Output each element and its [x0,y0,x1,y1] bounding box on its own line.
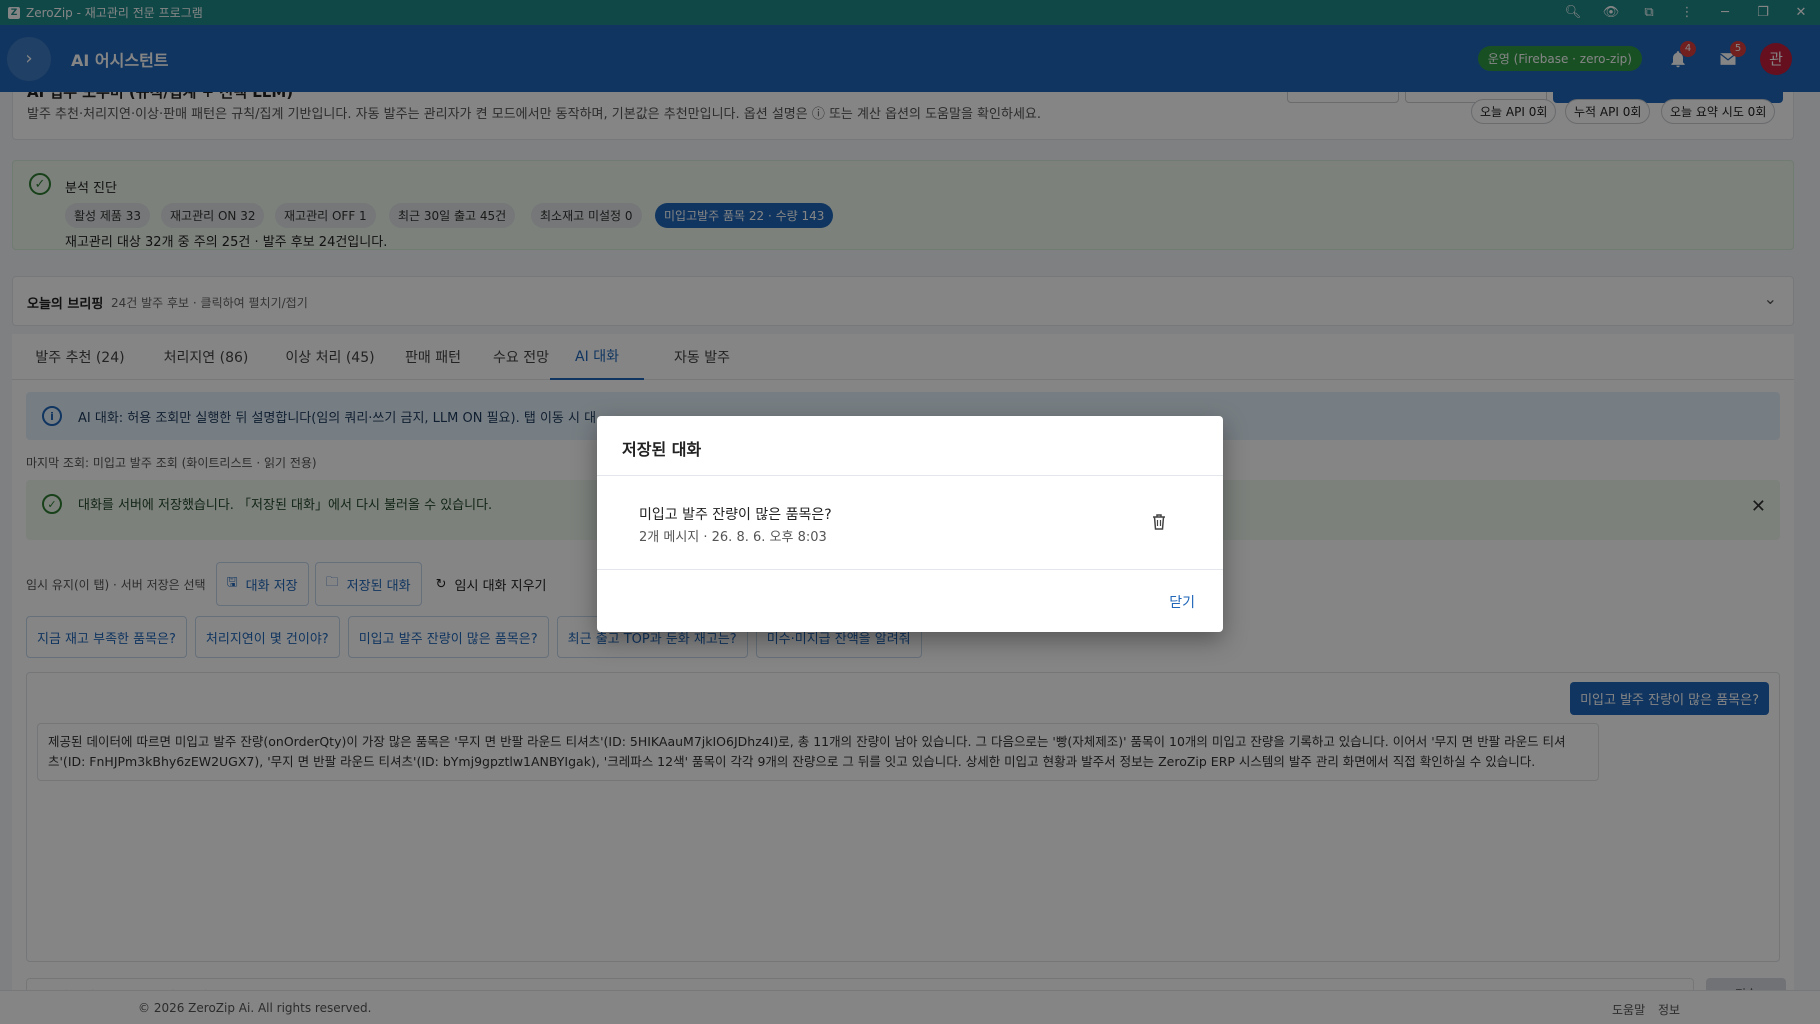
dialog-title: 저장된 대화 [597,416,1223,476]
trash-icon [1153,514,1165,530]
saved-chats-dialog: 저장된 대화 미입고 발주 잔량이 많은 품목은? 2개 메시지 · 26. 8… [597,416,1223,632]
dialog-close-button[interactable]: 닫기 [1169,592,1195,612]
saved-chat-question: 미입고 발주 잔량이 많은 품목은? [639,507,832,523]
saved-chat-item[interactable]: 미입고 발주 잔량이 많은 품목은? 2개 메시지 · 26. 8. 6. 오후… [597,476,1223,570]
saved-chat-meta: 2개 메시지 · 26. 8. 6. 오후 8:03 [639,530,827,545]
delete-saved-chat-button[interactable] [1147,510,1171,534]
